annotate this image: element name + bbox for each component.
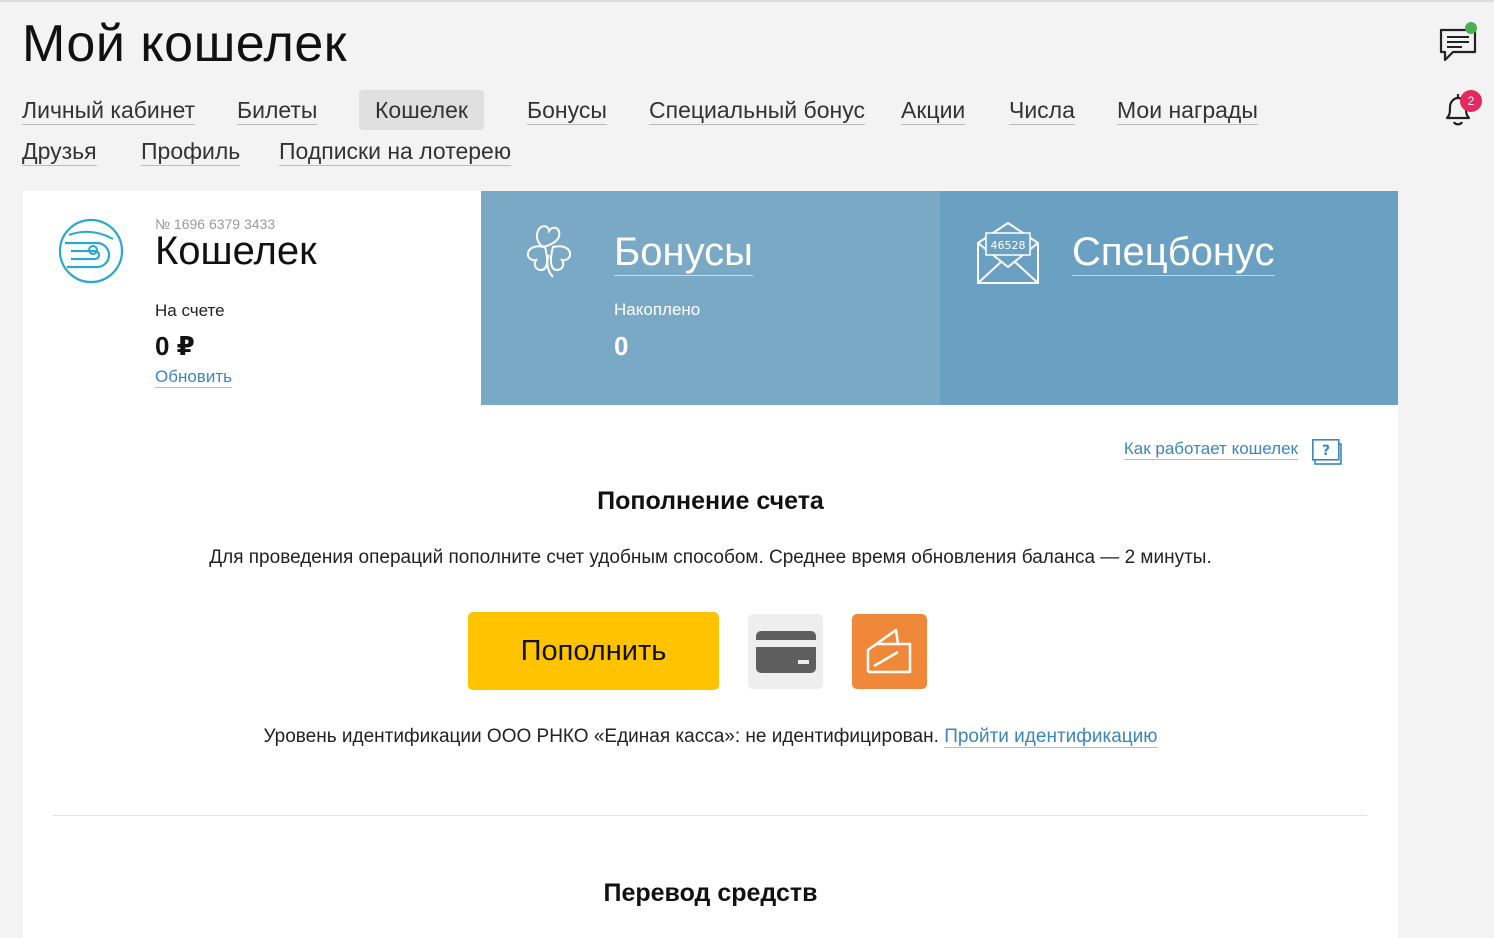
nav-item-tickets[interactable]: Билеты — [237, 96, 318, 125]
help-icon-label: ? — [1322, 443, 1330, 459]
nav-item-subscriptions[interactable]: Подписки на лотерею — [279, 137, 512, 166]
balance-label: На счете — [155, 301, 225, 320]
notification-badge: 2 — [1460, 90, 1482, 112]
page-title: Мой кошелек — [22, 15, 347, 73]
identification-link[interactable]: Пройти идентификацию — [944, 726, 1158, 748]
e-wallet-icon — [866, 628, 912, 674]
nav-item-awards[interactable]: Мои награды — [1117, 96, 1258, 125]
wallet-panel: № 1696 6379 3433 Кошелек На счете 0 ₽ Об… — [23, 191, 1398, 938]
credit-card-icon — [756, 631, 816, 673]
wallet-payment-method[interactable] — [852, 614, 927, 689]
refresh-link[interactable]: Обновить — [155, 367, 232, 388]
transfer-title: Перевод средств — [603, 879, 818, 907]
bonus-value: 0 — [614, 331, 629, 361]
special-bonus-card[interactable]: 46528 Спецбонус — [940, 191, 1398, 405]
identification-line: Уровень идентификации ООО РНКО «Единая к… — [23, 726, 1398, 748]
nav-item-friends[interactable]: Друзья — [22, 137, 97, 166]
ticket-number: 46528 — [991, 239, 1026, 252]
online-indicator — [1465, 22, 1477, 34]
bonus-title-link[interactable]: Бонусы — [614, 229, 753, 276]
envelope-ticket-icon: 46528 — [977, 221, 1039, 284]
nav-item-bonuses[interactable]: Бонусы — [527, 96, 607, 125]
nav-item-wallet[interactable]: Кошелек — [359, 90, 484, 130]
help-icon[interactable]: ? — [1312, 439, 1342, 465]
identification-text: Уровень идентификации ООО РНКО «Единая к… — [263, 726, 939, 747]
nav-item-numbers[interactable]: Числа — [1009, 96, 1075, 125]
wallet-logo-icon — [58, 218, 124, 284]
nav-item-profile[interactable]: Профиль — [141, 137, 241, 166]
how-wallet-works-link[interactable]: Как работает кошелек — [1123, 439, 1298, 460]
card-payment-method[interactable] — [748, 614, 823, 689]
bonus-card[interactable]: Бонусы Накоплено 0 — [481, 191, 940, 405]
clover-icon — [526, 225, 572, 278]
topup-title: Пополнение счета — [597, 487, 824, 515]
section-divider — [53, 815, 1367, 816]
balance-value: 0 ₽ — [155, 331, 195, 361]
topup-description: Для проведения операций пополните счет у… — [209, 547, 1212, 568]
wallet-card: № 1696 6379 3433 Кошелек На счете 0 ₽ Об… — [23, 191, 481, 405]
wallet-title: Кошелек — [155, 229, 317, 273]
nav-item-cabinet[interactable]: Личный кабинет — [22, 96, 196, 125]
nav-item-promos[interactable]: Акции — [901, 96, 966, 125]
nav-item-special-bonus[interactable]: Специальный бонус — [649, 96, 865, 125]
special-bonus-title-link[interactable]: Спецбонус — [1072, 229, 1275, 276]
topup-button[interactable]: Пополнить — [468, 612, 719, 690]
bonus-accumulated-label: Накоплено — [614, 300, 701, 319]
